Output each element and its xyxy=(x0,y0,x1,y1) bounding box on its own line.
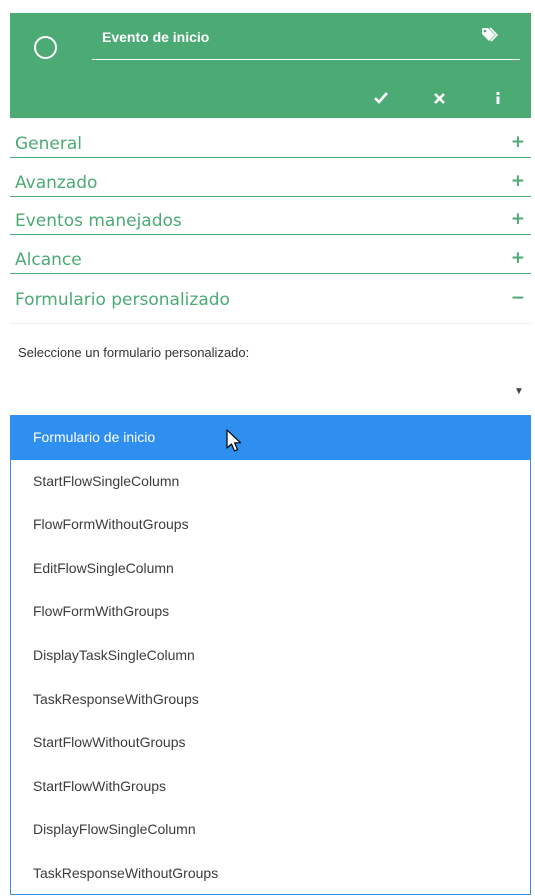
cancel-button[interactable] xyxy=(428,87,450,109)
section-label: General xyxy=(15,134,82,154)
dropdown-option[interactable]: EditFlowSingleColumn xyxy=(11,547,530,591)
confirm-button[interactable] xyxy=(370,87,392,109)
circle-event-icon xyxy=(34,36,57,59)
section-label: Avanzado xyxy=(15,173,98,193)
section-avanzado[interactable]: Avanzado + xyxy=(10,159,531,197)
section-alcance[interactable]: Alcance + xyxy=(10,236,531,274)
event-title: Evento de inicio xyxy=(102,29,210,45)
expand-icon[interactable]: + xyxy=(511,132,525,152)
section-label: Formulario personalizado xyxy=(15,290,230,310)
info-icon xyxy=(496,92,500,104)
check-icon xyxy=(374,92,388,104)
dropdown-option[interactable]: DisplayFlowSingleColumn xyxy=(11,808,530,852)
close-icon xyxy=(433,92,445,104)
dropdown-option[interactable]: DisplayTaskSingleColumn xyxy=(11,634,530,678)
custom-form-label: Seleccione un formulario personalizado: xyxy=(18,345,250,360)
custom-form-dropdown-list[interactable]: Formulario de inicio StartFlowSingleColum… xyxy=(10,415,531,895)
mouse-cursor-icon xyxy=(226,429,242,452)
section-formulario-personalizado[interactable]: Formulario personalizado − xyxy=(10,274,531,324)
title-field[interactable]: Evento de inicio xyxy=(92,13,520,60)
expand-icon[interactable]: + xyxy=(511,209,525,229)
section-general[interactable]: General + xyxy=(10,120,531,158)
dropdown-option[interactable]: Formulario de inicio xyxy=(11,416,530,460)
dropdown-option[interactable]: StartFlowSingleColumn xyxy=(11,460,530,504)
info-button[interactable] xyxy=(487,87,509,109)
tag-icon[interactable] xyxy=(481,27,501,43)
dropdown-option[interactable]: FlowFormWithGroups xyxy=(11,590,530,634)
section-label: Alcance xyxy=(15,250,82,270)
collapse-icon[interactable]: − xyxy=(511,288,525,308)
expand-icon[interactable]: + xyxy=(511,171,525,191)
section-eventos-manejados[interactable]: Eventos manejados + xyxy=(10,197,531,235)
expand-icon[interactable]: + xyxy=(511,248,525,268)
dropdown-arrow-icon[interactable]: ▼ xyxy=(514,386,524,397)
dropdown-option[interactable]: TaskResponseWithoutGroups xyxy=(11,852,530,896)
dropdown-option[interactable]: StartFlowWithGroups xyxy=(11,765,530,809)
dropdown-option[interactable]: StartFlowWithoutGroups xyxy=(11,721,530,765)
dropdown-option[interactable]: FlowFormWithoutGroups xyxy=(11,503,530,547)
event-header: Evento de inicio xyxy=(10,13,531,118)
dropdown-option[interactable]: TaskResponseWithGroups xyxy=(11,678,530,722)
section-label: Eventos manejados xyxy=(15,211,182,231)
